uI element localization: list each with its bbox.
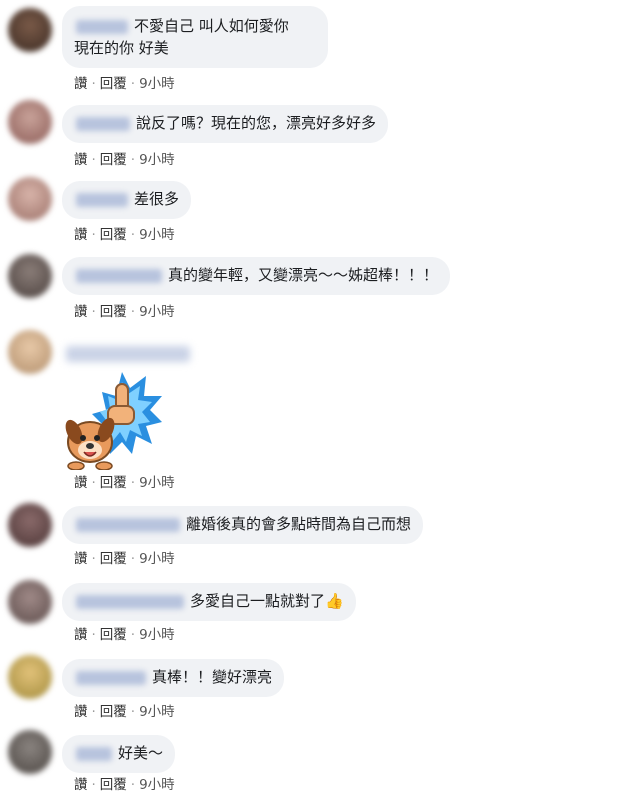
reply-link[interactable]: 回覆 xyxy=(100,76,127,92)
separator: · xyxy=(130,777,136,793)
commenter-name[interactable] xyxy=(66,346,190,362)
separator: · xyxy=(130,551,136,567)
separator: · xyxy=(130,304,136,320)
comment-bubble: 差很多 xyxy=(62,181,192,219)
commenter-name[interactable] xyxy=(76,19,128,34)
timestamp[interactable]: 9小時 xyxy=(139,227,175,243)
comment-text-line2: 現在的你 好美 xyxy=(74,39,169,57)
comment-actions: 讚 · 回覆 · 9小時 xyxy=(74,700,175,720)
comment-actions: 讚 · 回覆 · 9小時 xyxy=(74,547,175,567)
separator: · xyxy=(130,152,136,168)
commenter-name[interactable] xyxy=(76,746,112,761)
reply-link[interactable]: 回覆 xyxy=(100,475,127,491)
timestamp[interactable]: 9小時 xyxy=(139,76,175,92)
like-link[interactable]: 讚 xyxy=(74,777,88,793)
separator: · xyxy=(130,76,136,92)
reply-link[interactable]: 回覆 xyxy=(100,227,127,243)
comment-actions: 讚 · 回覆 · 9小時 xyxy=(74,773,175,793)
avatar[interactable] xyxy=(8,254,52,298)
thumbs-up-icon: 👍 xyxy=(325,592,344,610)
comment-text: 說反了嗎？現在的您，漂亮好多好多 xyxy=(136,114,377,132)
separator: · xyxy=(91,475,96,491)
comment-bubble: 真的變年輕，又變漂亮～～姊超棒！！！ xyxy=(62,257,451,295)
like-link[interactable]: 讚 xyxy=(74,627,88,643)
reply-link[interactable]: 回覆 xyxy=(100,551,127,567)
comment-text: 離婚後真的會多點時間為自己而想 xyxy=(186,515,412,533)
reply-link[interactable]: 回覆 xyxy=(100,627,127,643)
separator: · xyxy=(130,627,136,643)
avatar[interactable] xyxy=(8,655,52,699)
separator: · xyxy=(91,227,96,243)
commenter-name[interactable] xyxy=(76,192,128,207)
comment-actions: 讚 · 回覆 · 9小時 xyxy=(74,223,175,243)
separator: · xyxy=(91,551,96,567)
reply-link[interactable]: 回覆 xyxy=(100,704,127,720)
avatar[interactable] xyxy=(8,503,52,547)
separator: · xyxy=(130,475,136,491)
comment-text: 不愛自己 叫人如何愛你 xyxy=(134,17,289,35)
avatar[interactable] xyxy=(8,330,52,374)
reply-link[interactable]: 回覆 xyxy=(100,304,127,320)
separator: · xyxy=(130,704,136,720)
timestamp[interactable]: 9小時 xyxy=(139,704,175,720)
reply-link[interactable]: 回覆 xyxy=(100,777,127,793)
comment-text: 多愛自己一點就對了 xyxy=(190,592,326,610)
comment-actions: 讚 · 回覆 · 9小時 xyxy=(74,300,175,320)
separator: · xyxy=(91,777,96,793)
separator: · xyxy=(130,227,136,243)
like-link[interactable]: 讚 xyxy=(74,551,88,567)
like-link[interactable]: 讚 xyxy=(74,475,88,491)
comment-bubble: 多愛自己一點就對了👍 xyxy=(62,583,356,621)
avatar[interactable] xyxy=(8,730,52,774)
comment-actions: 讚 · 回覆 · 9小時 xyxy=(74,148,175,168)
reply-link[interactable]: 回覆 xyxy=(100,152,127,168)
comment-bubble: 離婚後真的會多點時間為自己而想 xyxy=(62,506,424,544)
avatar[interactable] xyxy=(8,100,52,144)
timestamp[interactable]: 9小時 xyxy=(139,475,175,491)
like-link[interactable]: 讚 xyxy=(74,227,88,243)
commenter-name[interactable] xyxy=(76,594,184,609)
commenter-name[interactable] xyxy=(76,670,146,685)
comment-text: 差很多 xyxy=(134,190,180,208)
separator: · xyxy=(91,704,96,720)
separator: · xyxy=(91,304,96,320)
like-link[interactable]: 讚 xyxy=(74,304,88,320)
separator: · xyxy=(91,76,96,92)
timestamp[interactable]: 9小時 xyxy=(139,777,175,793)
comment-text: 好美～ xyxy=(118,744,164,762)
avatar[interactable] xyxy=(8,580,52,624)
separator: · xyxy=(91,627,96,643)
comment-bubble: 說反了嗎？現在的您，漂亮好多好多 xyxy=(62,105,389,143)
like-link[interactable]: 讚 xyxy=(74,76,88,92)
comment-bubble: 不愛自己 叫人如何愛你 現在的你 好美 xyxy=(62,6,328,68)
dog-thumbs-up-sticker xyxy=(65,372,162,470)
commenter-name[interactable] xyxy=(76,268,162,283)
timestamp[interactable]: 9小時 xyxy=(139,152,175,168)
avatar[interactable] xyxy=(8,8,52,52)
timestamp[interactable]: 9小時 xyxy=(139,627,175,643)
comment-bubble: 好美～ xyxy=(62,735,176,773)
avatar[interactable] xyxy=(8,177,52,221)
commenter-name[interactable] xyxy=(76,116,130,131)
like-link[interactable]: 讚 xyxy=(74,704,88,720)
timestamp[interactable]: 9小時 xyxy=(139,304,175,320)
comment-bubble: 真棒！！變好漂亮 xyxy=(62,659,285,697)
separator: · xyxy=(91,152,96,168)
comment-actions: 讚 · 回覆 · 9小時 xyxy=(74,72,175,92)
commenter-name[interactable] xyxy=(76,517,180,532)
comment-text: 真棒！！變好漂亮 xyxy=(152,668,273,686)
like-link[interactable]: 讚 xyxy=(74,152,88,168)
comment-text: 真的變年輕，又變漂亮～～姊超棒！！！ xyxy=(168,266,439,284)
timestamp[interactable]: 9小時 xyxy=(139,551,175,567)
comment-actions: 讚 · 回覆 · 9小時 xyxy=(74,471,175,491)
comment-actions: 讚 · 回覆 · 9小時 xyxy=(74,623,175,643)
